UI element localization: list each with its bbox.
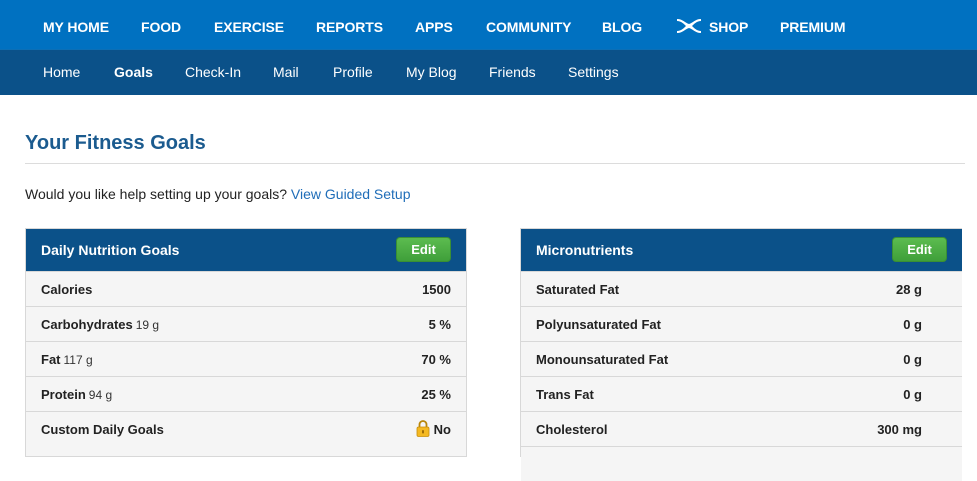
- micro-row-next: [521, 446, 962, 481]
- guided-setup-prompt: Would you like help setting up your goal…: [25, 186, 411, 202]
- view-guided-setup-link[interactable]: View Guided Setup: [291, 186, 411, 202]
- micro-value: 0 g: [903, 352, 922, 367]
- micro-label: Saturated Fat: [536, 282, 620, 297]
- subnav-goals[interactable]: Goals: [114, 50, 153, 95]
- subnav-settings[interactable]: Settings: [568, 50, 619, 95]
- goal-value: 70 %: [421, 352, 451, 367]
- micro-row-polyunsaturated-fat: Polyunsaturated Fat 0 g: [521, 306, 962, 341]
- micro-row-monounsaturated-fat: Monounsaturated Fat 0 g: [521, 341, 962, 376]
- goal-label: Protein 94 g: [41, 387, 113, 402]
- title-divider: [25, 163, 965, 164]
- goal-grams: 19 g: [135, 318, 160, 332]
- goal-label: Custom Daily Goals: [41, 422, 164, 437]
- goal-grams: 117 g: [63, 353, 93, 367]
- goal-label: Fat 117 g: [41, 352, 93, 367]
- subnav-check-in[interactable]: Check-In: [185, 50, 241, 95]
- goal-row-custom-daily-goals: Custom Daily Goals No: [26, 411, 466, 446]
- panel-header: Daily Nutrition Goals Edit: [26, 229, 466, 271]
- sub-nav: Home Goals Check-In Mail Profile My Blog…: [0, 50, 977, 95]
- micro-label: Monounsaturated Fat: [536, 352, 669, 367]
- micro-row-saturated-fat: Saturated Fat 28 g: [521, 271, 962, 306]
- micro-row-trans-fat: Trans Fat 0 g: [521, 376, 962, 411]
- subnav-friends[interactable]: Friends: [489, 50, 536, 95]
- topnav-my-home[interactable]: MY HOME: [43, 0, 109, 50]
- subnav-home[interactable]: Home: [43, 50, 80, 95]
- micro-value: 0 g: [903, 387, 922, 402]
- goal-row-fat: Fat 117 g 70 %: [26, 341, 466, 376]
- topnav-exercise[interactable]: EXERCISE: [214, 0, 284, 50]
- top-nav: MY HOME FOOD EXERCISE REPORTS APPS COMMU…: [0, 0, 977, 50]
- subnav-profile[interactable]: Profile: [333, 50, 373, 95]
- topnav-food[interactable]: FOOD: [141, 0, 181, 50]
- padlock-icon[interactable]: [416, 420, 430, 437]
- edit-nutrition-button[interactable]: Edit: [396, 237, 451, 262]
- topnav-shop[interactable]: SHOP: [675, 0, 748, 50]
- edit-micronutrients-button[interactable]: Edit: [892, 237, 947, 262]
- micro-value: 28 g: [895, 282, 922, 297]
- goal-value: 5 %: [428, 317, 451, 332]
- goal-row-carbohydrates: Carbohydrates 19 g 5 %: [26, 306, 466, 341]
- micro-row-cholesterol: Cholesterol 300 mg: [521, 411, 962, 446]
- micronutrients-panel: Micronutrients Edit Saturated Fat 28 g P…: [520, 228, 962, 481]
- panel-title: Micronutrients: [536, 242, 634, 258]
- micro-label: Cholesterol: [536, 422, 608, 437]
- goal-value: No: [416, 412, 451, 447]
- help-text: Would you like help setting up your goal…: [25, 186, 288, 202]
- goal-value: 25 %: [421, 387, 451, 402]
- goal-grams: 94 g: [88, 388, 113, 402]
- subnav-my-blog[interactable]: My Blog: [406, 50, 457, 95]
- topnav-apps[interactable]: APPS: [415, 0, 453, 50]
- goal-row-calories: Calories 1500: [26, 271, 466, 306]
- panel-title: Daily Nutrition Goals: [41, 242, 180, 258]
- subnav-mail[interactable]: Mail: [273, 50, 299, 95]
- under-armour-logo-icon: [677, 19, 701, 34]
- page-title: Your Fitness Goals: [25, 132, 206, 154]
- goal-row-protein: Protein 94 g 25 %: [26, 376, 466, 411]
- micro-label: Polyunsaturated Fat: [536, 317, 661, 332]
- goal-label: Carbohydrates 19 g: [41, 317, 160, 332]
- micro-value: 0 g: [903, 317, 922, 332]
- micro-label: Trans Fat: [536, 387, 594, 402]
- topnav-premium[interactable]: PREMIUM: [780, 0, 846, 50]
- topnav-community[interactable]: COMMUNITY: [486, 0, 572, 50]
- panel-header: Micronutrients Edit: [521, 229, 962, 271]
- micro-value: 300 mg: [877, 422, 922, 437]
- topnav-shop-label: SHOP: [709, 19, 749, 35]
- goal-label: Calories: [41, 282, 93, 297]
- goal-value: 1500: [422, 282, 451, 297]
- daily-nutrition-goals-panel: Daily Nutrition Goals Edit Calories 1500…: [25, 228, 467, 457]
- topnav-reports[interactable]: REPORTS: [316, 0, 383, 50]
- topnav-blog[interactable]: BLOG: [602, 0, 642, 50]
